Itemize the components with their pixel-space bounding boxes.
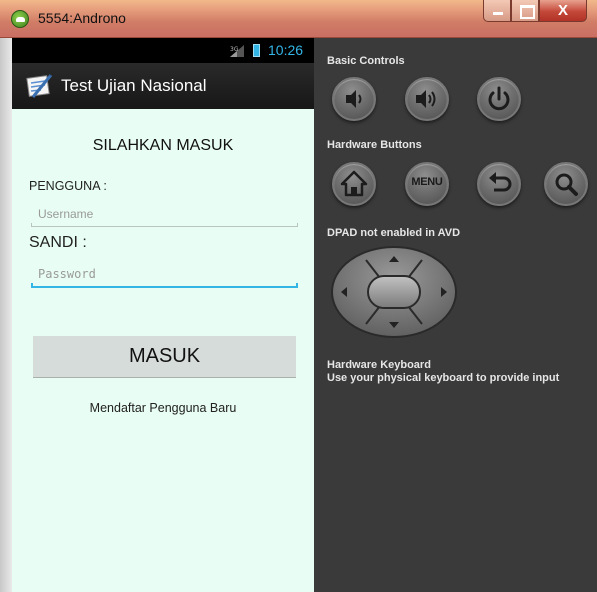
back-icon xyxy=(489,172,512,192)
password-field-edge-left xyxy=(31,283,33,287)
password-input[interactable] xyxy=(31,262,298,288)
dpad-status-label: DPAD not enabled in AVD xyxy=(327,227,461,239)
android-app-icon xyxy=(11,10,29,28)
back-button[interactable] xyxy=(477,162,521,206)
volume-down-button[interactable] xyxy=(332,77,376,121)
password-label: SANDI : xyxy=(29,234,87,251)
volume-up-button[interactable] xyxy=(405,77,449,121)
search-icon xyxy=(555,173,578,196)
power-button[interactable] xyxy=(477,77,521,121)
battery-icon xyxy=(253,44,260,57)
close-button[interactable]: X xyxy=(539,0,587,22)
window-left-border xyxy=(0,38,12,592)
power-icon xyxy=(488,86,510,111)
signal-icon: 3G xyxy=(230,45,244,57)
volume-down-icon xyxy=(346,90,362,108)
status-clock: 10:26 xyxy=(268,42,304,58)
maximize-button[interactable] xyxy=(511,0,539,22)
device-screen: 3G 10:26 Test Ujian Nasional SILAHKAN MA… xyxy=(12,38,314,592)
menu-button-label: MENU xyxy=(411,176,443,188)
login-button[interactable]: MASUK xyxy=(33,336,296,378)
status-bar: 3G 10:26 xyxy=(12,38,314,63)
search-button[interactable] xyxy=(544,162,588,206)
username-field-edge-left xyxy=(31,223,32,227)
dpad-control[interactable] xyxy=(330,246,458,339)
password-field-edge-right xyxy=(296,283,298,287)
hardware-keyboard-hint: Use your physical keyboard to provide in… xyxy=(327,372,560,384)
volume-up-icon xyxy=(416,90,436,108)
home-button[interactable] xyxy=(332,162,376,206)
window-title: 5554:Androno xyxy=(38,10,126,26)
hardware-keyboard-info: Hardware Keyboard Use your physical keyb… xyxy=(327,359,559,385)
basic-controls-label: Basic Controls xyxy=(327,55,405,67)
menu-button[interactable]: MENU xyxy=(405,162,449,206)
hardware-buttons-label: Hardware Buttons xyxy=(327,139,422,151)
username-field-edge-right xyxy=(297,223,298,227)
hardware-keyboard-title: Hardware Keyboard xyxy=(327,359,431,371)
username-input[interactable] xyxy=(31,201,298,227)
register-link[interactable]: Mendaftar Pengguna Baru xyxy=(12,401,314,415)
minimize-button[interactable] xyxy=(483,0,511,22)
home-icon xyxy=(340,170,368,197)
close-icon: X xyxy=(557,2,568,19)
emulator-control-panel: Basic Controls Hardware Buttons MENU DPA… xyxy=(314,38,597,592)
window-controls: X xyxy=(483,0,587,22)
action-bar: Test Ujian Nasional xyxy=(12,63,314,109)
action-bar-title: Test Ujian Nasional xyxy=(61,76,207,95)
login-heading: SILAHKAN MASUK xyxy=(92,137,234,154)
app-logo-icon xyxy=(26,73,53,98)
svg-text:3G: 3G xyxy=(230,46,239,53)
username-label: PENGGUNA : xyxy=(29,179,107,193)
window-titlebar: 5554:Androno X xyxy=(0,0,597,38)
